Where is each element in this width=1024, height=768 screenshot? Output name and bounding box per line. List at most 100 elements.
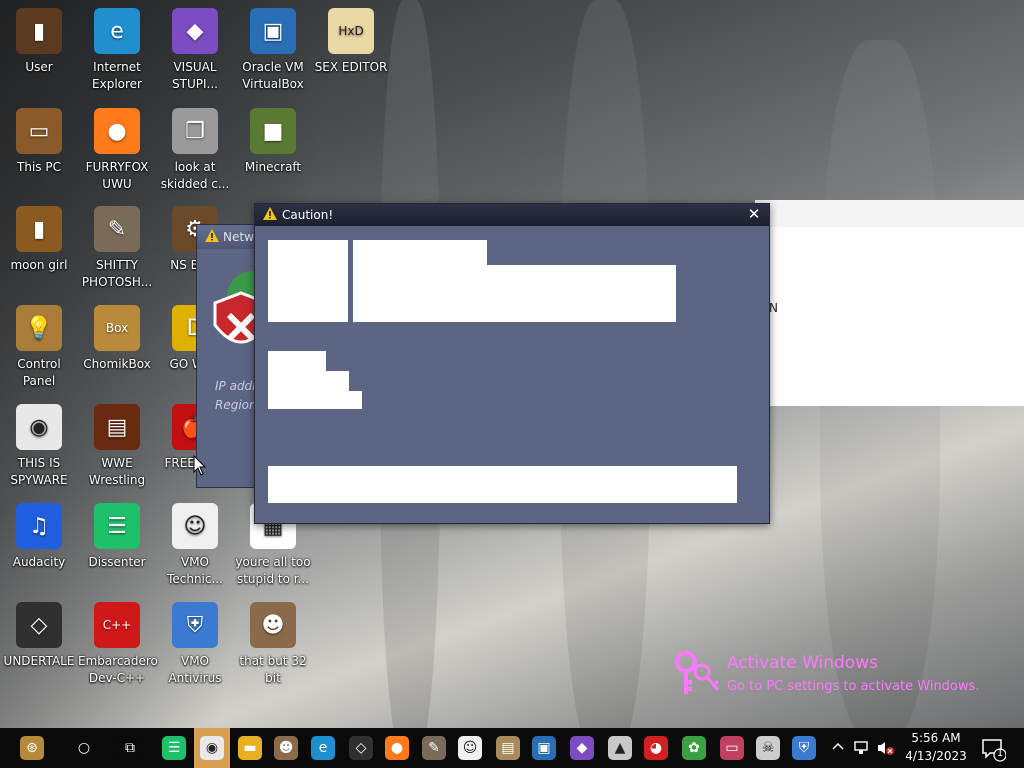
user-folder-icon: ▮ — [16, 8, 62, 54]
file-explorer-icon: ▬ — [238, 736, 262, 760]
desktop-icon-label: Minecraft — [244, 160, 302, 174]
taskbar-button[interactable]: ● — [379, 728, 415, 768]
shield-icon: ⛨ — [172, 602, 218, 648]
desktop-icon[interactable]: ◉ THIS IS SPYWARE — [0, 400, 78, 496]
skull-app-icon: ☠ — [756, 736, 780, 760]
desktop-icon[interactable]: ▮ moon girl — [0, 202, 78, 298]
taskbar-button[interactable]: ◆ — [564, 728, 600, 768]
taskbar-button[interactable]: ○ — [66, 728, 102, 768]
desktop-icon[interactable]: ❐ look at skidded c... — [156, 104, 234, 200]
background-window[interactable]: N — [755, 200, 1024, 406]
desktop-icon-label: VISUAL STUPI... — [172, 60, 218, 91]
audacity-icon: ♫ — [16, 503, 62, 549]
network-window-title: Netw — [223, 230, 254, 244]
desktop-icon-label: Internet Explorer — [92, 60, 142, 91]
desktop-icon[interactable]: HxD SEX EDITOR — [312, 4, 390, 100]
activate-windows-subtitle: Go to PC settings to activate Windows. — [727, 679, 980, 694]
clock-time[interactable]: 5:56 AM — [898, 731, 974, 745]
taskbar-button[interactable]: ▲ — [602, 728, 638, 768]
unity-icon: ◇ — [16, 602, 62, 648]
desktop-icon[interactable]: e Internet Explorer — [78, 4, 156, 100]
desktop-icon-label: ChomikBox — [83, 357, 151, 371]
taskbar-button[interactable]: ◇ — [343, 728, 379, 768]
taskbar-button[interactable]: ✎ — [416, 728, 452, 768]
taskbar-button[interactable]: e — [305, 728, 341, 768]
ip-address-label: IP addr — [215, 379, 258, 393]
virtualbox-taskbar-icon: ▣ — [532, 736, 556, 760]
hxd-editor-icon: HxD — [328, 8, 374, 54]
notification-count: 1 — [996, 748, 1004, 759]
portrait-taskbar-icon: ☻ — [274, 736, 298, 760]
desktop-icon-label: VMO Technic... — [167, 555, 223, 586]
chevron-up-icon[interactable] — [830, 740, 846, 756]
taskbar-button[interactable]: ◕ — [638, 728, 674, 768]
desktop-icon[interactable]: ♫ Audacity — [0, 499, 78, 595]
desktop-icon[interactable]: ☺ VMO Technic... — [156, 499, 234, 595]
clock-date[interactable]: 4/13/2023 — [898, 749, 974, 763]
desktop-icon[interactable]: ⛨ VMO Antivirus — [156, 598, 234, 694]
desktop-icon[interactable]: ▭ This PC — [0, 104, 78, 200]
warning-icon — [205, 229, 219, 245]
network-icon[interactable] — [852, 740, 870, 756]
desktop-icon[interactable]: ■ Minecraft — [234, 104, 312, 200]
desktop-icon[interactable]: ☰ Dissenter — [78, 499, 156, 595]
desktop-icon-label: Oracle VM VirtualBox — [242, 60, 304, 91]
close-icon[interactable]: ✕ — [745, 205, 763, 223]
shield-taskbar-icon: ⛨ — [792, 736, 816, 760]
caution-dialog[interactable]: Caution! ✕ — [254, 203, 770, 524]
desktop-icon-label: Dissenter — [88, 555, 146, 569]
desktop-icon[interactable]: ● FURRYFOX UWU — [78, 104, 156, 200]
desktop-icon[interactable]: ▤ WWE Wrestling — [78, 400, 156, 496]
firefox-icon: ● — [94, 108, 140, 154]
gimp-taskbar-icon: ✎ — [422, 736, 446, 760]
redacted-button-bar[interactable] — [268, 466, 737, 503]
taskbar-button[interactable]: ▣ — [526, 728, 562, 768]
taskbar-button[interactable]: ☺ — [452, 728, 488, 768]
taskbar-button[interactable]: ☠ — [750, 728, 786, 768]
dissenter-taskbar-icon: ☰ — [162, 736, 186, 760]
virtualbox-icon: ▣ — [250, 8, 296, 54]
start-button-icon: ⊛ — [20, 736, 44, 760]
taskbar-button[interactable]: ◉ — [194, 728, 230, 768]
keys-icon — [672, 650, 722, 698]
desktop-icon-label: SEX EDITOR — [314, 60, 388, 74]
taskbar-button[interactable]: ▭ — [714, 728, 750, 768]
network-info: IP addr Region — [215, 377, 257, 415]
chomikbox-icon: Box — [94, 305, 140, 351]
taskbar-button[interactable]: ⊛ — [14, 728, 50, 768]
taskbar-button[interactable]: ⛨ — [786, 728, 822, 768]
desktop-icon[interactable]: ▣ Oracle VM VirtualBox — [234, 4, 312, 100]
taskbar-button[interactable]: ▤ — [490, 728, 526, 768]
desktop-icon[interactable]: ✎ SHITTY PHOTOSH... — [78, 202, 156, 298]
activate-windows-title: Activate Windows — [727, 653, 878, 673]
warning-icon — [263, 207, 277, 223]
taskbar-button[interactable]: ⧉ — [112, 728, 148, 768]
green-globe-icon: ✿ — [682, 736, 706, 760]
desktop-icon[interactable]: C++ Embarcadero Dev-C++ — [78, 598, 158, 694]
background-window-titlebar[interactable] — [755, 200, 1024, 227]
chrome-taskbar-icon: ◉ — [200, 736, 224, 760]
taskbar-button[interactable]: ✿ — [676, 728, 712, 768]
desktop-icon[interactable]: ◇ UNDERTALE — [0, 598, 78, 694]
wwe-icon: ▤ — [94, 404, 140, 450]
desktop-icon[interactable]: ▮ User — [0, 4, 78, 100]
caution-dialog-titlebar[interactable]: Caution! — [255, 204, 769, 226]
red-app-icon: ◕ — [644, 736, 668, 760]
minecraft-icon: ■ — [250, 108, 296, 154]
desktop-icon[interactable]: ◆ VISUAL STUPI... — [156, 4, 234, 100]
notification-center-icon[interactable]: 1 — [980, 736, 1007, 762]
computer-icon: ▭ — [16, 108, 62, 154]
desktop-icon-label: youre all too stupid to r... — [235, 555, 311, 586]
volume-muted-icon[interactable] — [876, 740, 894, 756]
desktop-icon[interactable]: Box ChomikBox — [78, 301, 156, 397]
desktop-icon[interactable]: 💡 Control Panel — [0, 301, 78, 397]
desktop-icon-label: Control Panel — [17, 357, 61, 388]
desktop-icon[interactable]: ☻ that but 32 bit — [234, 598, 312, 694]
taskbar-button[interactable]: ☻ — [268, 728, 304, 768]
taskbar-button[interactable]: ☰ — [156, 728, 192, 768]
taskbar-button[interactable]: ▬ — [232, 728, 268, 768]
desktop-icon-label: SHITTY PHOTOSH... — [81, 258, 153, 289]
control-panel-icon: 💡 — [16, 305, 62, 351]
shortcut-stack-icon: ❐ — [172, 108, 218, 154]
visual-studio-taskbar-icon: ◆ — [570, 736, 594, 760]
